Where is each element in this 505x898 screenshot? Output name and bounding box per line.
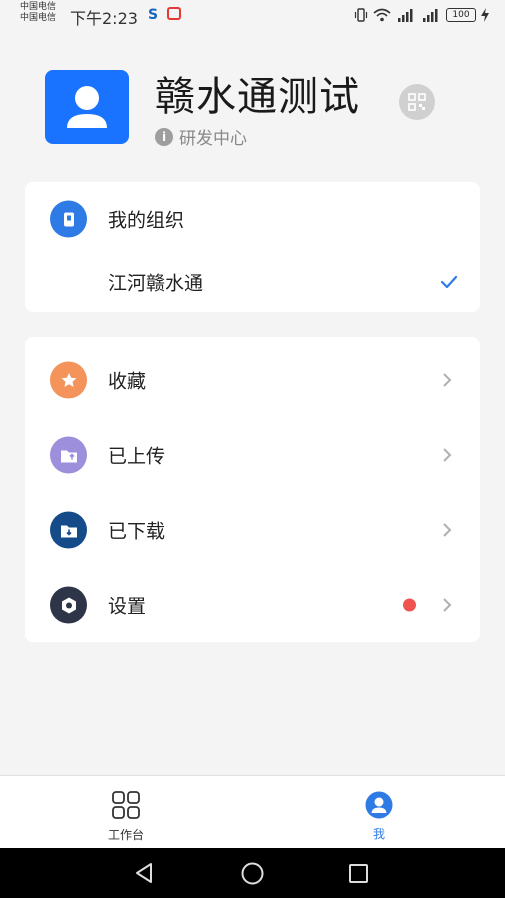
grid-icon: [112, 791, 140, 819]
menu-item-label: 设置: [108, 595, 147, 618]
menu-item-settings[interactable]: 设置: [25, 569, 480, 641]
carrier-line-1: 中国电信: [20, 2, 57, 12]
menu-item-label: 已下载: [108, 520, 166, 543]
vibrate-icon: [354, 8, 368, 22]
qr-code-icon: [408, 93, 426, 111]
back-button[interactable]: [133, 862, 155, 884]
user-circle-icon: [365, 791, 393, 819]
signal-icon-1: [398, 9, 413, 22]
chevron-right-icon: [443, 373, 452, 387]
bottom-tab-bar: 工作台 我: [0, 775, 505, 849]
carrier-info: 中国电信 中国电信: [20, 2, 56, 24]
recents-button[interactable]: [348, 863, 369, 884]
tab-workbench[interactable]: 工作台: [66, 776, 186, 849]
charging-icon: [481, 8, 489, 22]
my-organization-label: 我的组织: [108, 209, 185, 232]
signal-icon-2: [423, 9, 438, 22]
system-icons: 100: [354, 6, 489, 24]
upload-folder-icon: [50, 436, 87, 474]
carrier-line-2: 中国电信: [20, 13, 57, 23]
user-name: 赣水通测试: [155, 74, 360, 120]
department: i 研发中心: [155, 124, 247, 149]
organization-icon: [50, 200, 87, 238]
organization-name: 江河赣水通: [108, 272, 204, 295]
status-bar: 中国电信 中国电信 下午2:23 S 100: [0, 0, 505, 32]
my-organization-row: 我的组织: [25, 184, 480, 254]
home-button[interactable]: [241, 862, 264, 885]
check-icon: [440, 275, 458, 289]
system-navigation-bar: [0, 848, 505, 898]
organization-card: 我的组织 江河赣水通: [25, 182, 480, 312]
download-folder-icon: [50, 511, 87, 549]
menu-card: 收藏 已上传 已下载 设置: [25, 337, 480, 642]
app-notification-box-icon: [167, 7, 181, 20]
battery-icon: 100: [446, 8, 476, 22]
organization-item[interactable]: 江河赣水通: [25, 252, 480, 312]
chevron-right-icon: [443, 523, 452, 537]
info-icon: i: [155, 127, 173, 146]
menu-item-favorites[interactable]: 收藏: [25, 344, 480, 416]
wifi-icon: [373, 8, 391, 22]
tab-label: 我: [372, 827, 385, 841]
star-icon: [50, 361, 87, 399]
qr-code-button[interactable]: [399, 84, 435, 120]
app-notification-icon: S: [148, 7, 159, 23]
avatar[interactable]: [45, 70, 129, 144]
menu-item-label: 已上传: [108, 445, 166, 468]
tab-label: 工作台: [107, 828, 144, 842]
settings-icon: [50, 586, 87, 624]
menu-item-label: 收藏: [108, 370, 147, 393]
menu-item-downloaded[interactable]: 已下载: [25, 494, 480, 566]
notification-dot: [403, 598, 416, 612]
status-time: 下午2:23: [70, 9, 138, 28]
user-icon: [67, 86, 107, 128]
chevron-right-icon: [443, 598, 452, 612]
department-label: 研发中心: [179, 129, 247, 149]
menu-item-uploaded[interactable]: 已上传: [25, 419, 480, 491]
chevron-right-icon: [443, 448, 452, 462]
tab-me[interactable]: 我: [319, 776, 439, 849]
